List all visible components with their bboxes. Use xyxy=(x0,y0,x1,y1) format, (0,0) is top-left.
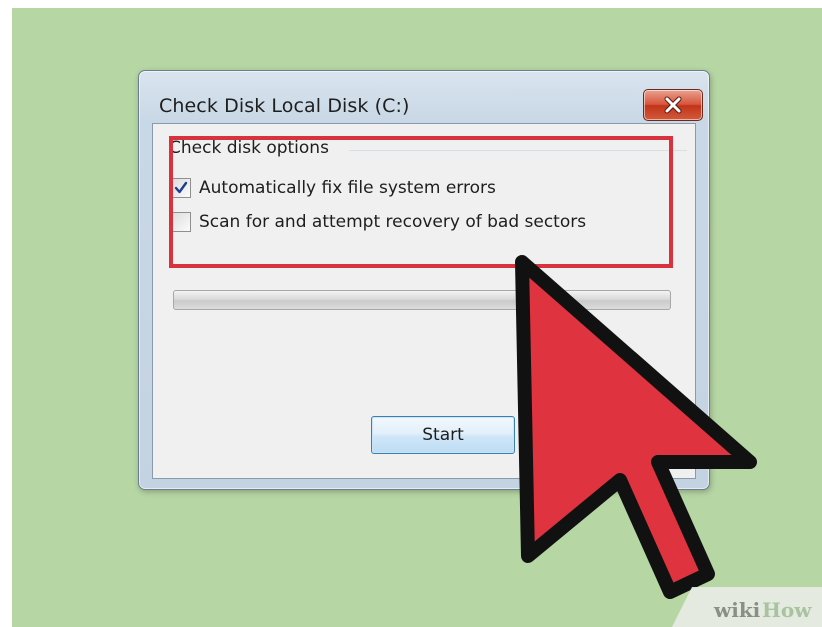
start-button[interactable]: Start xyxy=(371,416,515,454)
wikihow-logo: wiki How xyxy=(672,587,822,627)
illustration-canvas: Check Disk Local Disk (C:) Check disk op… xyxy=(12,8,822,627)
close-icon xyxy=(644,90,702,120)
title-bar[interactable]: Check Disk Local Disk (C:) xyxy=(139,71,709,123)
svg-text:How: How xyxy=(762,598,812,622)
svg-text:wiki: wiki xyxy=(713,598,761,622)
dialog-title: Check Disk Local Disk (C:) xyxy=(159,95,410,117)
mouse-pointer-icon xyxy=(515,255,757,599)
close-button[interactable] xyxy=(643,89,703,121)
